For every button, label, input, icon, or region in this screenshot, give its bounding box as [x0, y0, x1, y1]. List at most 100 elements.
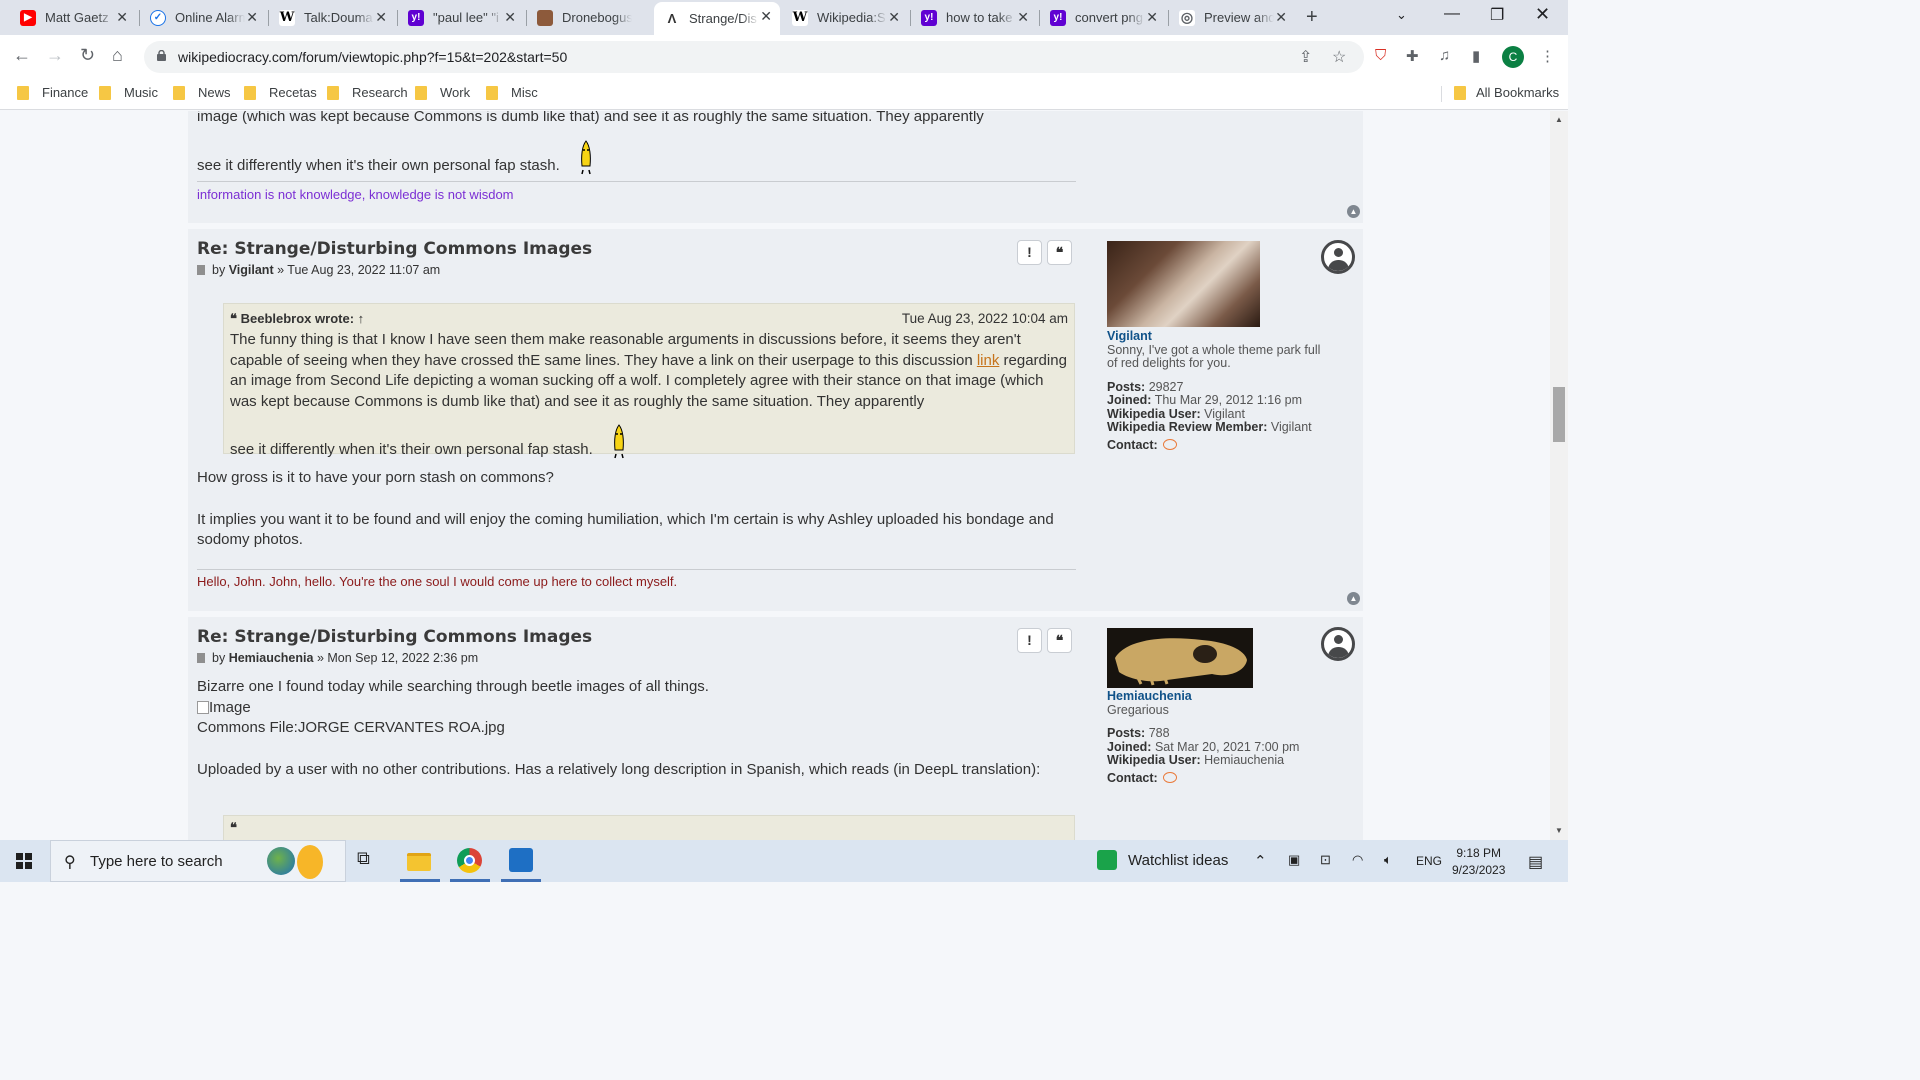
tab-title: "paul lee" "i	[433, 10, 499, 25]
media-control-icon[interactable]: ♫	[1439, 47, 1450, 64]
bookmark-misc[interactable]: Misc	[486, 85, 538, 100]
scroll-thumb[interactable]	[1553, 387, 1565, 442]
file-explorer-icon[interactable]	[407, 848, 433, 874]
close-tab-icon[interactable]: ✕	[116, 9, 128, 26]
restore-button[interactable]: ❐	[1490, 5, 1504, 25]
tab-6[interactable]: W Wikipedia:S ✕	[782, 3, 908, 32]
tab-8[interactable]: y! convert png ✕	[1040, 3, 1166, 32]
bookmark-research[interactable]: Research	[327, 85, 408, 100]
notifications-icon[interactable]: ▤	[1528, 852, 1543, 872]
post-text: image (which was kept because Commons is…	[197, 111, 984, 174]
youtube-icon: ▶	[20, 9, 36, 26]
task-view-icon[interactable]: ⧉	[357, 848, 383, 874]
user-avatar-icon	[537, 9, 553, 26]
close-tab-icon[interactable]: ✕	[1275, 9, 1287, 26]
extension-shield-icon[interactable]: ⛉	[1375, 47, 1386, 64]
quote-header: ❝ Beeblebrox wrote: ↑	[230, 311, 365, 326]
language-indicator[interactable]: ENG	[1416, 854, 1442, 868]
close-window-button[interactable]: ✕	[1535, 4, 1550, 25]
post-title[interactable]: Re: Strange/Disturbing Commons Images	[197, 239, 592, 259]
bookmark-work[interactable]: Work	[415, 85, 470, 100]
watchlist-widget[interactable]: Watchlist ideas	[1097, 850, 1228, 870]
contact-bubble-icon[interactable]	[1162, 438, 1177, 450]
profile-username[interactable]: Vigilant	[1107, 329, 1347, 344]
close-tab-icon[interactable]: ✕	[246, 9, 258, 26]
browser-toolbar: ← → ↻ ⌂ wikipediocracy.com/forum/viewtop…	[0, 35, 1568, 78]
yahoo-icon: y!	[921, 9, 937, 26]
photos-app-icon[interactable]	[509, 848, 535, 874]
taskbar-search-box[interactable]: ⚲ Type here to search	[50, 840, 346, 882]
side-panel-icon[interactable]: ▮	[1472, 47, 1480, 65]
image-alt-text[interactable]: Image	[209, 699, 251, 716]
close-tab-icon[interactable]: ✕	[375, 9, 387, 26]
tab-1[interactable]: ✓ Online Alarm ✕	[140, 3, 266, 32]
address-bar[interactable]: wikipediocracy.com/forum/viewtopic.php?f…	[144, 41, 1364, 73]
new-tab-button[interactable]: +	[1306, 6, 1318, 29]
signature-divider	[197, 569, 1076, 570]
chrome-icon[interactable]	[457, 848, 483, 874]
tab-title: Wikipedia:S	[817, 10, 886, 25]
close-tab-icon[interactable]: ✕	[1017, 9, 1029, 26]
windows-start-button[interactable]	[16, 853, 32, 869]
scroll-down-arrow[interactable]: ▼	[1555, 826, 1563, 835]
bookmark-finance[interactable]: Finance	[17, 85, 88, 100]
all-bookmarks[interactable]: All Bookmarks	[1454, 85, 1559, 100]
tab-9[interactable]: ◎ Preview and ✕	[1169, 3, 1295, 32]
tab-3[interactable]: y! "paul lee" "i ✕	[398, 3, 524, 32]
contact-bubble-icon[interactable]	[1162, 771, 1177, 783]
menu-kebab-icon[interactable]: ⋮	[1540, 47, 1555, 65]
user-avatar[interactable]	[1107, 628, 1253, 688]
page-scrollbar[interactable]: ▲ ▼	[1550, 111, 1568, 840]
bookmark-music[interactable]: Music	[99, 85, 158, 100]
user-avatar[interactable]	[1107, 241, 1260, 327]
report-button[interactable]: !	[1017, 240, 1042, 265]
back-to-top-button[interactable]: ▲	[1347, 205, 1360, 218]
tab-4[interactable]: Dronebogus ✕	[527, 3, 653, 32]
tab-0[interactable]: ▶ Matt Gaetz ✕	[10, 3, 136, 32]
close-tab-icon[interactable]: ✕	[504, 9, 516, 26]
meet-icon[interactable]: ▣	[1288, 852, 1300, 868]
close-tab-icon[interactable]: ✕	[1146, 9, 1158, 26]
post-title[interactable]: Re: Strange/Disturbing Commons Images	[197, 627, 592, 647]
back-to-top-button[interactable]: ▲	[1347, 592, 1360, 605]
windows-taskbar: ⚲ Type here to search ⧉ Watchlist ideas …	[0, 840, 1568, 882]
close-tab-icon[interactable]: ✕	[760, 8, 772, 25]
back-button[interactable]: ←	[13, 45, 31, 66]
profile-rank: Gregarious	[1107, 702, 1169, 717]
profile-avatar[interactable]: C	[1502, 46, 1524, 68]
taskbar-search-placeholder[interactable]: Type here to search	[90, 853, 223, 870]
quote-button[interactable]: ❝	[1047, 240, 1072, 265]
home-button[interactable]: ⌂	[112, 45, 123, 66]
profile-username[interactable]: Hemiauchenia	[1107, 689, 1347, 704]
bookmark-news[interactable]: News	[173, 85, 231, 100]
quote-button[interactable]: ❝	[1047, 628, 1072, 653]
post-icon	[197, 265, 205, 275]
quote-date: Tue Aug 23, 2022 10:04 am	[901, 311, 1068, 326]
post-author-link[interactable]: Vigilant	[229, 263, 274, 277]
tab-search-icon[interactable]: ⌄	[1396, 7, 1407, 23]
banana-emoji-icon	[578, 139, 594, 174]
minimize-button[interactable]: —	[1444, 5, 1460, 23]
report-button[interactable]: !	[1017, 628, 1042, 653]
tab-title: Matt Gaetz	[45, 10, 109, 25]
extensions-puzzle-icon[interactable]: ✚	[1406, 47, 1419, 65]
tab-2[interactable]: W Talk:Douma ✕	[269, 3, 395, 32]
tab-title: Dronebogus	[562, 10, 632, 25]
forward-button[interactable]: →	[46, 45, 64, 66]
share-icon[interactable]: ⇪	[1299, 47, 1312, 67]
system-clock[interactable]: 9:18 PM 9/23/2023	[1452, 845, 1505, 879]
bookmark-recetas[interactable]: Recetas	[244, 85, 317, 100]
volume-icon[interactable]: 🔈︎	[1384, 852, 1392, 868]
wifi-icon[interactable]: ◠	[1352, 852, 1363, 868]
tab-5-active[interactable]: Λ Strange/Dis ✕	[654, 2, 780, 35]
quote-link[interactable]: link	[977, 352, 1000, 369]
reload-button[interactable]: ↻	[80, 45, 95, 66]
close-tab-icon[interactable]: ✕	[888, 9, 900, 26]
url-text[interactable]: wikipediocracy.com/forum/viewtopic.php?f…	[178, 49, 567, 65]
post-author-link[interactable]: Hemiauchenia	[229, 651, 314, 665]
display-icon[interactable]: ⊡	[1320, 852, 1331, 868]
show-hidden-icons[interactable]: ⌃	[1254, 852, 1267, 870]
bookmark-star-icon[interactable]: ☆	[1332, 47, 1346, 67]
tab-7[interactable]: y! how to take ✕	[911, 3, 1037, 32]
scroll-up-arrow[interactable]: ▲	[1555, 115, 1563, 124]
